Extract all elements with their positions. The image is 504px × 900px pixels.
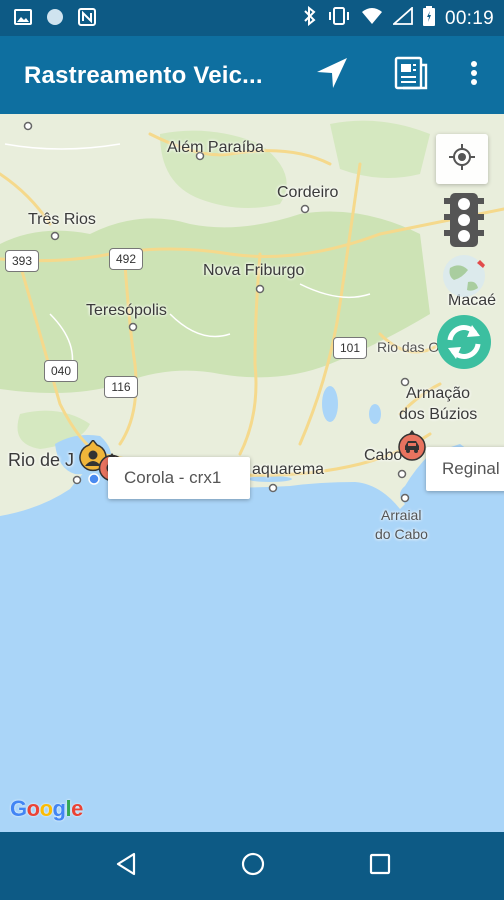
place-armacao-line2: dos Búzios (399, 406, 478, 423)
image-icon (14, 9, 32, 30)
place-tres-rios: Três Rios (28, 211, 96, 228)
map-type-button[interactable] (440, 252, 488, 300)
place-rio-das-ostras: Rio das O (377, 339, 440, 355)
app-title: Rastreamento Veic... (24, 62, 263, 89)
home-icon (241, 852, 265, 881)
place-nova-friburgo: Nova Friburgo (203, 262, 305, 279)
home-button[interactable] (235, 848, 271, 884)
report-icon (393, 55, 429, 96)
more-options-button[interactable] (452, 53, 496, 97)
info-window-corola[interactable]: Corola - crx1 (108, 457, 250, 499)
recents-button[interactable] (362, 848, 398, 884)
place-arraial-line2: do Cabo (375, 526, 428, 542)
back-button[interactable] (108, 848, 144, 884)
circle-icon (46, 8, 64, 31)
refresh-icon (436, 315, 492, 374)
nfc-icon (78, 8, 96, 31)
place-saquarema: aquarema (252, 461, 325, 478)
navigation-bar (0, 832, 504, 900)
road-shield-116: 116 (104, 376, 138, 398)
status-clock: 00:19 (444, 7, 494, 29)
navigation-arrow-button[interactable] (310, 53, 354, 97)
info-window-label: Corola - crx1 (124, 468, 222, 487)
globe-icon (440, 255, 488, 304)
more-vert-icon (470, 60, 478, 91)
battery-icon (422, 6, 435, 31)
my-location-button[interactable] (436, 134, 488, 184)
recents-icon (369, 853, 391, 880)
vibrate-icon (327, 6, 351, 31)
place-alem-paraiba: Além Paraíba (167, 139, 264, 156)
signal-icon (391, 5, 413, 30)
place-cordeiro: Cordeiro (277, 184, 339, 201)
wifi-icon (361, 7, 383, 30)
status-bar: 00:19 (0, 0, 504, 36)
car-pin-icon (397, 430, 427, 466)
road-shield-101: 101 (333, 337, 367, 359)
refresh-button[interactable] (436, 314, 492, 370)
vehicle-marker-reginal[interactable] (397, 430, 427, 462)
info-window-label: Reginal (442, 459, 500, 478)
place-teresopolis: Teresópolis (86, 302, 167, 319)
app-screen: 00:19 Rastreamento Veic... Além Paraíba … (0, 0, 504, 900)
back-icon (115, 852, 137, 881)
road-shield-040: 040 (44, 360, 78, 382)
my-location-icon (448, 143, 476, 176)
map-view[interactable]: Além Paraíba Cordeiro Três Rios Nova Fri… (0, 114, 504, 832)
place-arraial-line1: Arraial (381, 507, 422, 523)
traffic-layer-button[interactable] (441, 192, 487, 248)
info-window-reginal[interactable]: Reginal (426, 447, 504, 491)
road-shield-393: 393 (5, 250, 39, 272)
navigation-arrow-icon (315, 56, 349, 95)
app-bar: Rastreamento Veic... (0, 36, 504, 114)
place-armacao-line1: Armação (406, 385, 471, 402)
traffic-light-icon (441, 193, 487, 252)
report-button[interactable] (389, 53, 433, 97)
road-shield-492: 492 (109, 248, 143, 270)
google-logo: Google (10, 796, 83, 821)
bluetooth-icon (303, 5, 317, 31)
place-rio-de-janeiro: Rio de J (8, 450, 75, 470)
